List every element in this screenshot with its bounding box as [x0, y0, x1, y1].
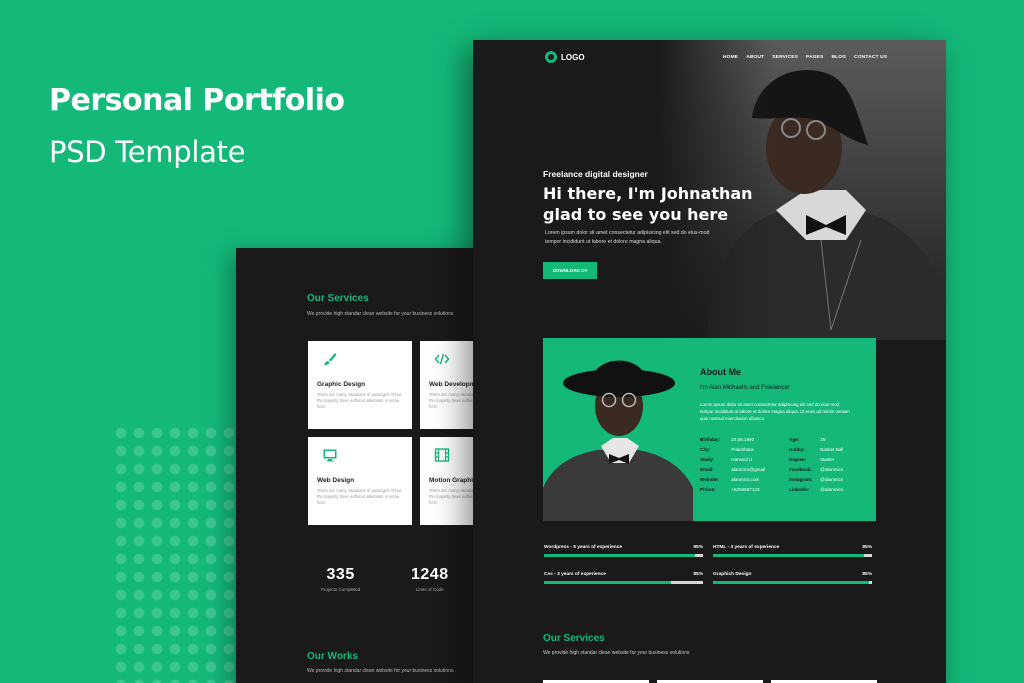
- info-row: Facebook: @alanmics: [789, 467, 844, 472]
- about-info-left: Birthday: 24.08.1993 City: Polumbara Stu…: [700, 437, 765, 497]
- download-cv-button[interactable]: DOWNLOAD CV: [543, 262, 597, 279]
- works-title: Our Works: [307, 651, 358, 662]
- logo[interactable]: LOGO: [545, 51, 585, 63]
- service-card-web-design[interactable]: Web Design There are many variations of …: [308, 437, 412, 525]
- nav-blog[interactable]: BLOG: [831, 55, 846, 60]
- main-nav: HOME ABOUT SERVICES PAGES BLOG CONTACT U…: [723, 55, 887, 60]
- dot-pattern: [112, 424, 240, 683]
- front-page-preview: LOGO HOME ABOUT SERVICES PAGES BLOG CONT…: [473, 40, 946, 683]
- nav-about[interactable]: ABOUT: [746, 55, 764, 60]
- nav-contact[interactable]: CONTACT US: [854, 55, 887, 60]
- brush-icon: [324, 353, 337, 365]
- skill-bar: [713, 554, 872, 557]
- info-row: Degree: Master: [789, 457, 835, 462]
- banner-subtitle: PSD Template: [49, 135, 246, 169]
- info-row: Website: alanmics.com: [700, 477, 760, 482]
- info-row: Birthday: 24.08.1993: [700, 437, 755, 442]
- logo-text: LOGO: [561, 52, 585, 62]
- services-subtitle: We provide high standar clean website fo…: [307, 311, 454, 317]
- skill-bar-fill: [713, 554, 865, 557]
- about-section: About Me I'm Alan Michaelis and Freelanc…: [543, 338, 876, 521]
- monitor-icon: [323, 449, 337, 462]
- code-icon: [434, 353, 450, 365]
- banner: Personal Portfolio PSD Template: [49, 82, 345, 170]
- info-row: Linkedin: @alanmics: [789, 487, 844, 492]
- skill-graphic-design: Graphich Design 85%: [713, 572, 872, 584]
- stat-number: 1248: [411, 566, 449, 583]
- about-description: Lorem ipsum dolor sit amet consectetur a…: [700, 402, 850, 421]
- front-services-subtitle: We provide high standar clean website fo…: [543, 650, 690, 656]
- info-row: City: Polumbara: [700, 447, 754, 452]
- hero-title: Hi there, I'm Johnathan glad to see you …: [543, 183, 783, 225]
- skill-wordpress: Wordpress - 5 years of experience 95%: [544, 545, 703, 557]
- info-row: Phone: +6284587123: [700, 487, 760, 492]
- card-title: Web Developm: [429, 381, 476, 388]
- card-title: Web Design: [317, 477, 355, 484]
- hero-title-line-2: glad to see you here: [543, 205, 729, 224]
- services-title: Our Services: [307, 293, 369, 304]
- back-page-preview: Our Services We provide high standar cle…: [236, 248, 496, 683]
- stat-lines-of-code: 1248 Lines of Code: [411, 566, 449, 592]
- card-title: Graphic Design: [317, 381, 366, 388]
- stat-label: Projects Completed: [321, 587, 361, 592]
- skill-html: HTML - 4 years of experience 95%: [713, 545, 872, 557]
- logo-icon: [545, 51, 557, 63]
- info-row: Hobby: Basket Ball: [789, 447, 844, 452]
- skill-bar: [713, 581, 872, 584]
- nav-services[interactable]: SERVICES: [772, 55, 798, 60]
- stat-projects: 335 Projects Completed: [321, 566, 360, 592]
- info-row: Email: alanmics@gmail: [700, 467, 766, 472]
- hero-text: Lorem ipsum dolor sit amet consectetur a…: [545, 230, 710, 245]
- card-text: There are many variations of passages of…: [317, 488, 402, 505]
- front-services-title: Our Services: [543, 633, 605, 644]
- works-subtitle: We provide high standar clean website fo…: [307, 668, 454, 674]
- info-row: Age: 25: [789, 437, 826, 442]
- about-subtitle: I'm Alan Michaelis and Freelancer: [700, 385, 790, 391]
- about-title: About Me: [700, 367, 741, 377]
- hero-pretitle: Freelance digital designer: [543, 169, 648, 179]
- stat-label: Lines of Code: [415, 587, 444, 592]
- banner-title: Personal Portfolio: [49, 83, 345, 118]
- skill-bar-fill: [544, 581, 672, 584]
- service-card-graphic-design[interactable]: Graphic Design There are many variations…: [308, 341, 412, 429]
- stat-number: 335: [326, 566, 355, 583]
- about-photo: [543, 360, 693, 521]
- card-text: There are many variations of passages of…: [317, 392, 402, 409]
- skill-bar-fill: [713, 581, 869, 584]
- nav-pages[interactable]: PAGES: [806, 55, 823, 60]
- hero-title-line-1: Hi there, I'm Johnathan: [543, 184, 753, 203]
- about-info-right: Age: 25 Hobby: Basket Ball Degree: Maste…: [789, 437, 843, 497]
- film-icon: [434, 448, 450, 462]
- card-title: Motion Graphic: [429, 477, 477, 484]
- skill-bar-fill: [544, 554, 696, 557]
- nav-home[interactable]: HOME: [723, 55, 738, 60]
- skill-bar: [544, 581, 703, 584]
- skill-bar: [544, 554, 703, 557]
- skill-css: Css - 3 years of experience 85%: [544, 572, 703, 584]
- info-row: Study: Harvard U: [700, 457, 753, 462]
- info-row: Instagram: @alanmics: [789, 477, 844, 482]
